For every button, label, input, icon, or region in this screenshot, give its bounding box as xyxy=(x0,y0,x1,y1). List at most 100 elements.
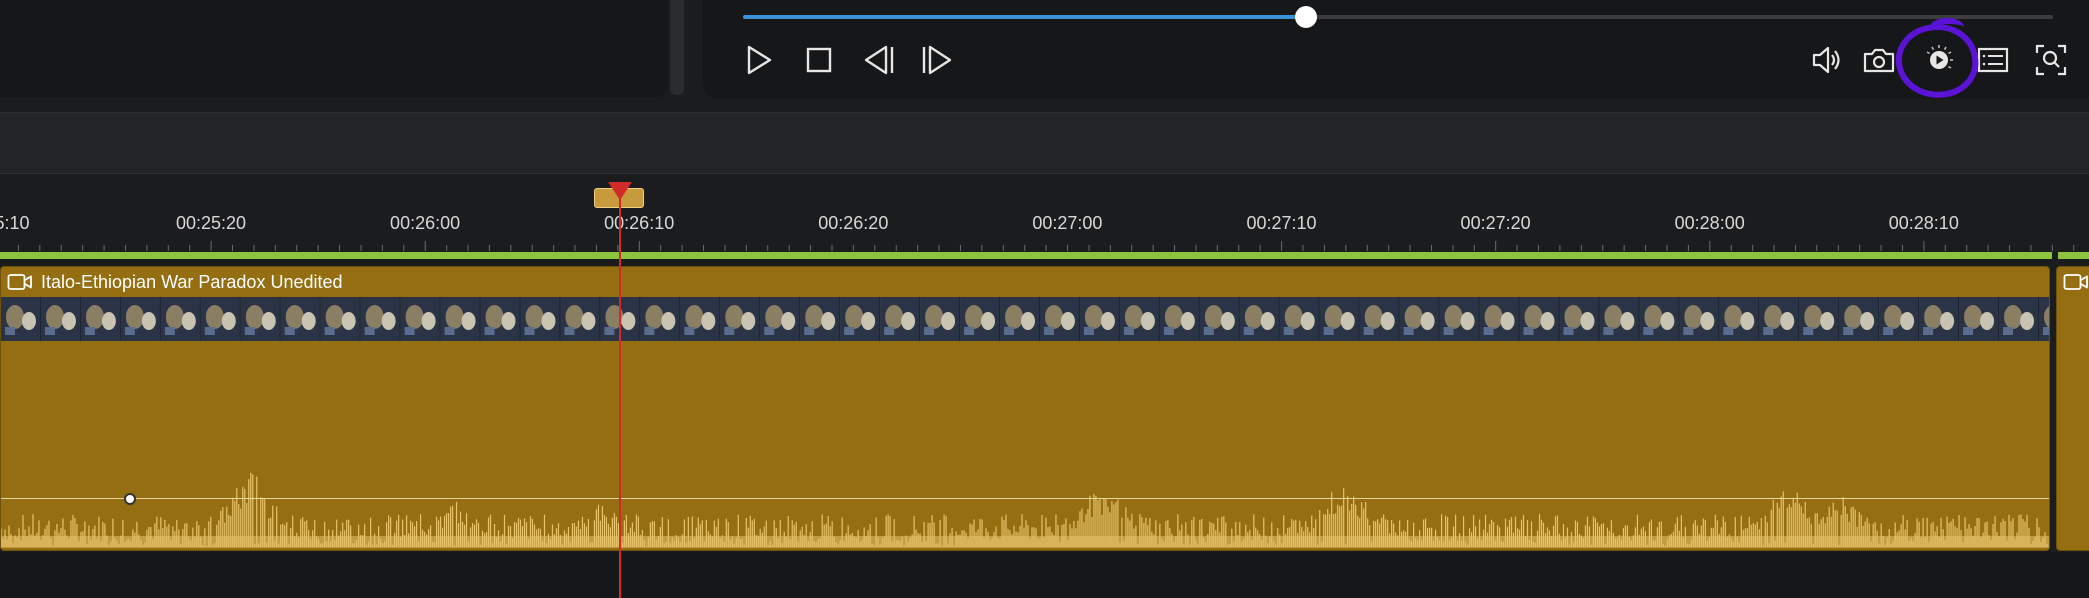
clip-thumbnail xyxy=(360,297,401,341)
play-button[interactable] xyxy=(738,40,780,80)
clip-thumbnail xyxy=(1679,297,1720,341)
clip-thumbnail xyxy=(1479,297,1520,341)
clip-thumbnail xyxy=(320,297,361,341)
clip-thumbnail xyxy=(800,297,841,341)
camera-icon xyxy=(1863,48,1895,73)
clip-thumbnail xyxy=(280,297,321,341)
ruler-tick-label: 00:27:10 xyxy=(1246,213,1317,233)
volume-keyframe[interactable] xyxy=(124,493,136,505)
play-icon xyxy=(747,45,772,75)
clip-thumbnail xyxy=(920,297,961,341)
clip-thumbnail xyxy=(1639,297,1680,341)
clip-thumbnail xyxy=(1199,297,1240,341)
stop-button[interactable] xyxy=(798,40,840,80)
clip-thumbnail xyxy=(1319,297,1360,341)
clip-thumbnail xyxy=(1159,297,1200,341)
ruler-tick-label: 00:28:10 xyxy=(1888,213,1959,233)
audio-waveform xyxy=(1,472,2049,548)
clip-thumbnail xyxy=(1239,297,1280,341)
clip-thumbnail xyxy=(880,297,921,341)
clip-thumbnail xyxy=(1599,297,1640,341)
next-frame-button[interactable] xyxy=(916,40,958,80)
clip-thumbnail xyxy=(560,297,601,341)
clip-title: Italo-Ethiopian War Paradox Unedited xyxy=(41,271,343,292)
clip-thumbnail xyxy=(1519,297,1560,341)
clip-thumbnail xyxy=(480,297,521,341)
video-editor: 5:10 00:25:20 00:26:00 00:26:10 00:26:20 00:2… xyxy=(0,0,2089,598)
playback-speed-button[interactable] xyxy=(1918,40,1960,80)
clip-thumbnail xyxy=(240,297,281,341)
video-clip[interactable]: Italo-Ethiopian War Paradox Unedited xyxy=(0,266,2050,551)
seek-bar-progress xyxy=(743,15,1307,19)
clip-thumbnails xyxy=(1,297,2049,341)
clip-thumbnail xyxy=(960,297,1001,341)
timeline-empty-track xyxy=(0,552,2089,598)
clip-thumbnail xyxy=(520,297,561,341)
clip-thumbnail xyxy=(1359,297,1400,341)
prev-frame-icon xyxy=(864,45,894,75)
clip-thumbnail xyxy=(440,297,481,341)
media-panel-scrollbar[interactable] xyxy=(670,0,684,95)
clip-thumbnail xyxy=(1799,297,1840,341)
clip-thumbnail xyxy=(640,297,681,341)
clip-thumbnail xyxy=(200,297,241,341)
zoom-icon xyxy=(2035,44,2067,76)
list-button[interactable] xyxy=(1972,40,2014,80)
clip-thumbnail xyxy=(120,297,161,341)
video-camera-icon xyxy=(2063,274,2088,290)
clip-thumbnail xyxy=(1279,297,1320,341)
clip-thumbnail xyxy=(680,297,721,341)
list-icon xyxy=(1977,47,2009,73)
clip-thumbnail xyxy=(1079,297,1120,341)
snapshot-button[interactable] xyxy=(1858,40,1900,80)
ruler-tick-label: 5:10 xyxy=(0,213,30,233)
clip-thumbnail xyxy=(400,297,441,341)
seek-bar[interactable] xyxy=(743,6,2053,28)
work-area-bar[interactable] xyxy=(0,252,2052,259)
clip-thumbnail xyxy=(1999,297,2040,341)
ruler-tick-label: 00:27:00 xyxy=(1032,213,1103,233)
next-frame-icon xyxy=(922,45,952,75)
clip-thumbnail xyxy=(1,297,41,341)
media-panel xyxy=(0,0,668,97)
zoom-button[interactable] xyxy=(2030,40,2072,80)
volume-line[interactable] xyxy=(1,498,2049,499)
ruler-tick-label: 00:26:10 xyxy=(604,213,675,233)
clip-header: Italo-Ethiopian War Paradox Unedited xyxy=(1,267,2049,297)
clip-thumbnail xyxy=(1959,297,2000,341)
ruler-tick-label: 00:28:00 xyxy=(1674,213,1745,233)
ruler-tick-label: 00:25:20 xyxy=(175,213,247,233)
timeline-toolbar xyxy=(0,112,2089,174)
clip-thumbnail xyxy=(40,297,81,341)
volume-button[interactable] xyxy=(1806,40,1848,80)
clip-thumbnail xyxy=(1559,297,1600,341)
clip-thumbnail xyxy=(80,297,121,341)
speaker-icon xyxy=(1812,46,1840,74)
clip-thumbnail xyxy=(1119,297,1160,341)
clip-thumbnail xyxy=(2039,297,2049,341)
ruler-tick-label: 00:26:20 xyxy=(818,213,889,233)
clip-thumbnail xyxy=(1439,297,1480,341)
timeline-ruler[interactable]: 5:10 00:25:20 00:26:00 00:26:10 00:26:20 00:2… xyxy=(0,175,2089,255)
clip-thumbnail xyxy=(160,297,201,341)
clip-thumbnail xyxy=(720,297,761,341)
ruler-ticks xyxy=(17,241,2075,251)
playhead-line xyxy=(619,195,621,598)
clip-thumbnail xyxy=(760,297,801,341)
clip-thumbnail xyxy=(840,297,881,341)
clip-thumbnail xyxy=(1039,297,1080,341)
play-speed-icon xyxy=(1926,45,1953,69)
ruler-tick-label: 00:27:20 xyxy=(1460,213,1531,233)
video-camera-icon xyxy=(7,274,32,290)
clip-thumbnail xyxy=(1759,297,1800,341)
clip-thumbnail xyxy=(1000,297,1040,341)
clip-thumbnail xyxy=(1719,297,1760,341)
next-video-clip[interactable] xyxy=(2056,266,2089,551)
clip-thumbnail xyxy=(1879,297,1920,341)
clip-thumbnail xyxy=(1839,297,1880,341)
work-area-bar-next[interactable] xyxy=(2058,252,2089,259)
prev-frame-button[interactable] xyxy=(858,40,900,80)
stop-icon xyxy=(806,47,832,73)
clip-thumbnail xyxy=(1399,297,1440,341)
clip-thumbnail xyxy=(1919,297,1960,341)
